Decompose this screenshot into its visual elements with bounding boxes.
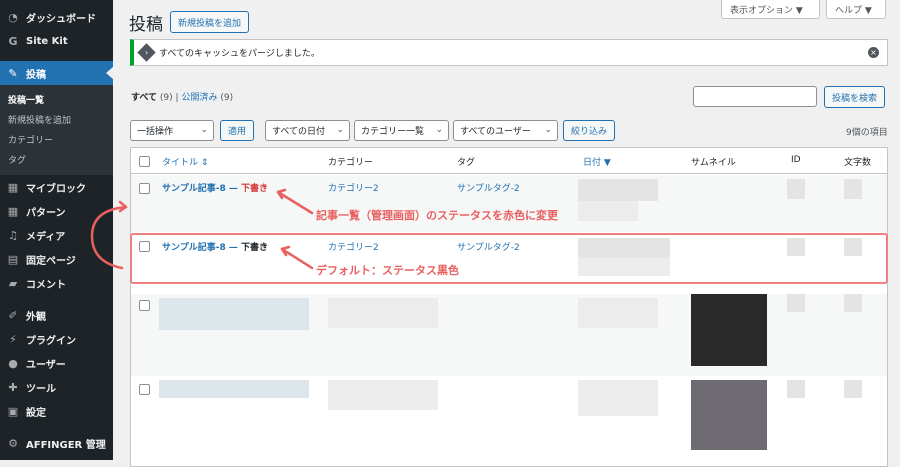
annotation-arrows bbox=[90, 188, 314, 270]
annotation-default: デフォルト：ステータス黒色 bbox=[316, 264, 459, 277]
annotation-red: 記事一覧（管理画面）のステータスを赤色に変更 bbox=[316, 209, 558, 222]
